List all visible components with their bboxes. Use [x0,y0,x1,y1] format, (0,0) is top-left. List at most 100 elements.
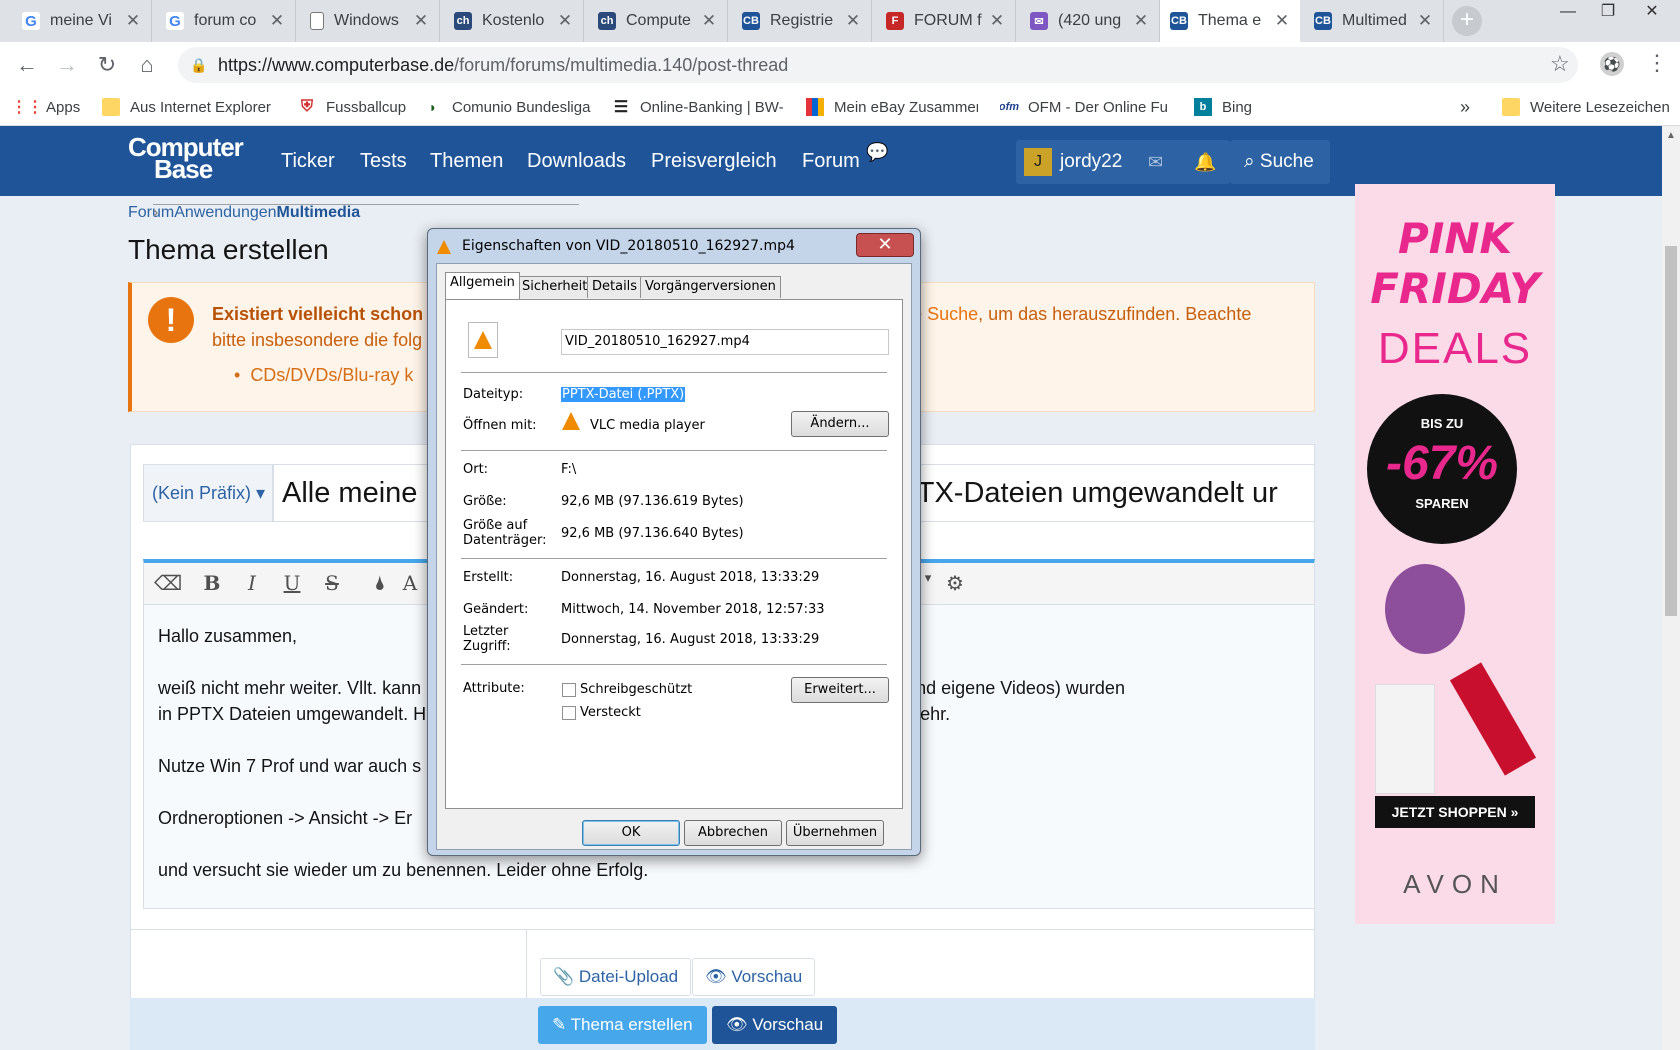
tab-vorgaengerversionen[interactable]: Vorgängerversionen [640,276,781,298]
preview-button[interactable]: 👁 Vorschau [712,1006,838,1044]
avon-advertisement[interactable]: PINK FRIDAY DEALS BIS ZU -67% SPAREN JETZ… [1355,184,1555,924]
gear-icon[interactable]: ⚙ [941,571,969,595]
tab-details[interactable]: Details [587,276,643,298]
back-icon[interactable]: ← [12,50,42,80]
change-button[interactable]: Ändern... [791,411,889,437]
readonly-label[interactable]: Schreibgeschützt [580,682,692,698]
bookmark-ie[interactable]: Aus Internet Explorer [102,96,272,118]
bookmark-fussballcup[interactable]: ⛨ Fussballcup [298,96,406,118]
tab-2[interactable]: Windows ✕ [300,0,440,42]
bell-icon[interactable]: 🔔 [1194,140,1216,184]
nav-tests[interactable]: Tests [360,126,407,196]
forum-flag-icon: F [886,12,904,30]
notice-bullet[interactable]: • CDs/DVDs/Blu-ray k [234,365,413,386]
nav-themen[interactable]: Themen [430,126,503,196]
bookmark-bing[interactable]: b Bing [1194,96,1252,118]
close-tab-icon[interactable]: ✕ [989,11,1005,31]
font-icon[interactable]: A [396,571,424,595]
close-tab-icon[interactable]: ✕ [1133,11,1149,31]
computerbase-logo[interactable]: Computer Base [128,134,244,182]
dialog-body: Allgemein Sicherheit Details Vorgängerve… [436,263,912,850]
tab-sicherheit[interactable]: Sicherheit [517,276,593,298]
more-bookmarks-chevron[interactable]: » [1460,96,1470,118]
hidden-label[interactable]: Versteckt [580,705,641,721]
close-tab-icon[interactable]: ✕ [269,11,285,31]
tab-1[interactable]: G forum co ✕ [156,0,296,42]
tab-8-active[interactable]: CB Thema e ✕ [1160,0,1300,42]
new-tab-button[interactable]: + [1452,6,1482,36]
notice-search-link[interactable]: Suche [927,304,978,324]
nav-downloads[interactable]: Downloads [527,126,626,196]
cancel-button[interactable]: Abbrechen [684,820,782,846]
search-button[interactable]: ⌕ Suche [1230,140,1330,184]
bold-icon[interactable]: B [198,571,226,595]
forward-icon[interactable]: → [52,50,82,80]
preview-button-secondary[interactable]: 👁 Vorschau [692,958,816,996]
tab-0[interactable]: G meine Vi ✕ [12,0,152,42]
bookmark-ofm[interactable]: ofm OFM - Der Online Fu [1000,96,1172,118]
breadcrumb-multimedia[interactable]: Multimedia [277,204,361,221]
minimize-button[interactable]: — [1548,0,1588,26]
close-tab-icon[interactable]: ✕ [125,11,141,31]
extension-icon[interactable]: ⚽ [1600,52,1624,76]
tab-allgemein[interactable]: Allgemein [445,272,520,299]
prefix-dropdown[interactable]: (Kein Präfix) ▾ [143,464,273,522]
ad-shop-button[interactable]: JETZT SHOPPEN » [1375,796,1535,828]
separator [461,450,887,451]
create-thread-button[interactable]: ✎ Thema erstellen [538,1006,707,1044]
tab-3[interactable]: ch Kostenlo ✕ [444,0,584,42]
tab-6[interactable]: F FORUM f ✕ [876,0,1016,42]
tab-7[interactable]: ✉ (420 ung ✕ [1020,0,1160,42]
strikethrough-icon[interactable]: S [318,571,346,595]
body-line: und versucht sie wieder um zu benennen. … [158,860,649,880]
close-window-button[interactable]: ✕ [1632,0,1672,26]
type-value[interactable]: PPTX-Datei (.PPTX) [561,387,686,403]
italic-icon[interactable]: I [238,571,266,595]
close-tab-icon[interactable]: ✕ [1274,11,1290,31]
advanced-button[interactable]: Erweitert... [791,677,889,703]
eraser-icon[interactable]: ⌫ [154,571,182,595]
tab-9[interactable]: CB Multimed ✕ [1304,0,1444,42]
ok-button[interactable]: OK [582,820,680,846]
other-bookmarks[interactable]: Weitere Lesezeichen [1502,96,1670,118]
close-tab-icon[interactable]: ✕ [845,11,861,31]
notice-bullet-text[interactable]: CDs/DVDs/Blu-ray k [250,365,413,385]
scrollbar-thumb[interactable] [1665,246,1677,616]
bookmark-comunio[interactable]: ◗ Comunio Bundesliga [424,96,594,118]
close-tab-icon[interactable]: ✕ [701,11,717,31]
scroll-up-icon[interactable]: ▲ [1666,130,1676,141]
reload-icon[interactable]: ↻ [92,50,122,80]
close-tab-icon[interactable]: ✕ [413,11,429,31]
color-drop-icon[interactable]: 🌢 [366,571,394,595]
browser-window: G meine Vi ✕ G forum co ✕ Windows ✕ ch K… [0,0,1680,1050]
breadcrumb-forum[interactable]: Forum [128,204,174,221]
restore-button[interactable]: ❐ [1588,0,1628,26]
browser-menu-icon[interactable]: ⋮ [1646,50,1668,76]
bookmark-apps[interactable]: ⋮⋮ Apps [18,96,80,118]
tab-4[interactable]: ch Compute ✕ [588,0,728,42]
dialog-close-button[interactable]: ✕ [856,233,914,257]
nav-ticker[interactable]: Ticker [281,126,335,196]
close-tab-icon[interactable]: ✕ [557,11,573,31]
apply-button[interactable]: Übernehmen [786,820,884,846]
home-icon[interactable]: ⌂ [132,50,162,80]
page-scrollbar[interactable]: ▲ [1662,126,1680,1050]
nav-preisvergleich[interactable]: Preisvergleich [651,126,777,196]
ad-brand-logo: AVON [1403,869,1507,899]
close-tab-icon[interactable]: ✕ [1417,11,1433,31]
filename-input[interactable]: VID_20180510_162927.mp4 [561,329,889,355]
upload-button[interactable]: 📎 Datei-Upload [540,958,692,996]
hidden-checkbox[interactable] [562,706,576,720]
readonly-checkbox[interactable] [562,683,576,697]
bookmark-banking[interactable]: ☰ Online-Banking | BW- [612,96,784,118]
inbox-icon[interactable]: ✉ [1148,140,1163,184]
underline-icon[interactable]: U [278,571,306,595]
bookmark-ebay[interactable]: Mein eBay Zusammen [806,96,978,118]
bookmark-star-icon[interactable]: ☆ [1550,51,1570,77]
user-menu[interactable]: J jordy22 ✉ 🔔 [1016,140,1230,184]
nav-forum[interactable]: Forum [802,126,860,196]
breadcrumb-anwendungen[interactable]: Anwendungen [174,204,276,221]
address-bar[interactable]: 🔒 https://www.computerbase.de/forum/foru… [178,47,1578,83]
computerbase-icon: CB [1170,12,1188,30]
tab-5[interactable]: CB Registrie ✕ [732,0,872,42]
